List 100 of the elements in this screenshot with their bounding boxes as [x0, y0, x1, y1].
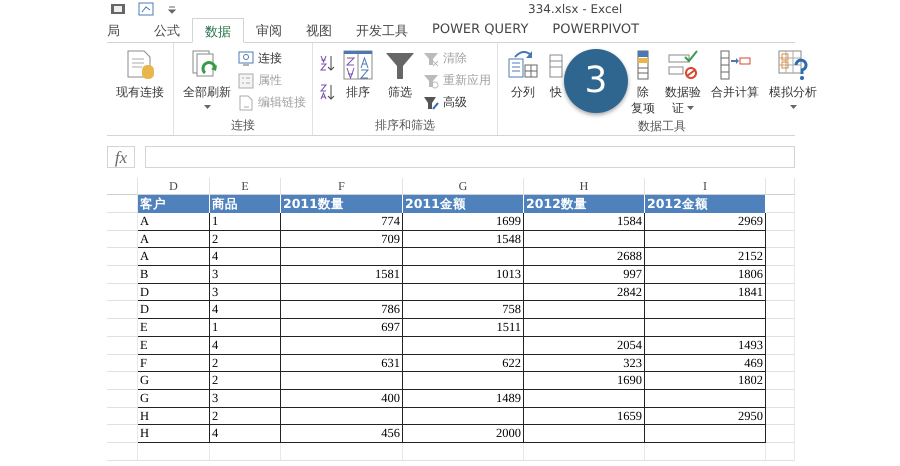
table-cell: 3: [210, 390, 281, 408]
table-cell: 456: [281, 425, 403, 443]
table-cell: 323: [524, 354, 645, 372]
table-cell: 774: [281, 213, 403, 231]
step-badge: 3: [564, 49, 628, 113]
table-cell: E: [138, 336, 210, 354]
table-cell: 709: [281, 230, 403, 248]
ribbon-tab[interactable]: POWER QUERY: [420, 18, 540, 42]
table-cell: 786: [281, 301, 403, 320]
table-cell: 1511: [403, 319, 524, 337]
header-cell: 2011数量: [281, 195, 403, 213]
table-cell: F: [138, 354, 210, 372]
document-link-icon: [238, 94, 254, 110]
grid-cell: [107, 266, 138, 284]
button-label: 模拟分析: [769, 84, 817, 100]
connection-icon: [238, 50, 254, 66]
table-cell: 997: [524, 266, 645, 284]
ribbon-tab[interactable]: 数据: [192, 18, 244, 43]
ribbon-button[interactable]: 连接: [238, 49, 306, 68]
ribbon-button[interactable]: 模拟分析: [766, 47, 820, 118]
ribbon-button[interactable]: 现有连接: [113, 47, 167, 117]
ribbon-tab[interactable]: 局: [107, 18, 142, 42]
table-cell: 1548: [403, 230, 524, 248]
table-cell: D: [138, 284, 210, 302]
table-cell: 697: [281, 319, 403, 337]
grid-cell: [766, 390, 795, 408]
ribbon-button[interactable]: 分列: [504, 47, 542, 118]
header-cell: 2011金额: [403, 195, 524, 213]
table-cell: 2950: [645, 408, 766, 426]
validation-icon: [667, 49, 699, 81]
table-cell: 2: [210, 372, 281, 390]
grid-cell: [107, 442, 138, 461]
ribbon-button[interactable]: 高级: [423, 93, 491, 112]
grid-cell: [766, 442, 795, 461]
table-cell: 1493: [645, 336, 766, 354]
filter-refresh-icon: [423, 72, 439, 88]
grid-cell: [766, 248, 795, 266]
table-cell: 1013: [403, 266, 524, 284]
table-cell: 1841: [645, 284, 766, 302]
table-cell: 4: [210, 248, 281, 266]
ribbon-tab[interactable]: POWERPIVOT: [540, 18, 652, 42]
table-cell: 1806: [645, 266, 766, 284]
grid-cell: [766, 336, 795, 354]
table-cell: 2688: [524, 248, 645, 266]
grid-cell: [210, 442, 281, 461]
table-cell: 1690: [524, 372, 645, 390]
header-cell: 2012金额: [645, 195, 766, 213]
ribbon-tab[interactable]: 视图: [294, 18, 344, 42]
formula-input[interactable]: [145, 146, 795, 168]
ribbon-tab[interactable]: 公式: [142, 18, 192, 42]
button-label: 排序: [346, 84, 370, 100]
header-cell: 商品: [210, 195, 281, 213]
button-label: 数据验: [665, 84, 701, 100]
table-cell: 1: [210, 319, 281, 337]
grid-cell: [766, 213, 795, 231]
button-label: 复项: [631, 100, 655, 116]
table-cell: B: [138, 266, 210, 284]
table-cell: 1699: [403, 213, 524, 231]
button-label: 筛选: [388, 84, 412, 100]
group-label: 数据工具: [638, 119, 686, 133]
table-cell: H: [138, 425, 210, 443]
table-cell: G: [138, 390, 210, 408]
ribbon-button[interactable]: 筛选: [381, 47, 419, 117]
button-label: 全部刷新: [183, 84, 231, 100]
grid-cell: [107, 336, 138, 354]
ribbon-button[interactable]: 快: [546, 47, 566, 118]
table-cell: 2: [210, 354, 281, 372]
table-cell: 400: [281, 390, 403, 408]
function-button[interactable]: fx: [107, 146, 135, 168]
table-cell: 2000: [403, 425, 524, 443]
button-label: 现有连接: [116, 84, 164, 100]
grid-cell: [107, 425, 138, 443]
what-if-icon: [777, 49, 809, 81]
ribbon-button[interactable]: 除 复项: [628, 47, 658, 118]
table-cell: 2: [210, 408, 281, 426]
sort-ascending-button[interactable]: [319, 53, 335, 72]
consolidate-icon: [719, 49, 751, 81]
ribbon-tab[interactable]: 审阅: [244, 18, 294, 42]
ribbon-button[interactable]: 全部刷新: [180, 47, 234, 117]
header-cell: 2012数量: [524, 195, 645, 213]
table-cell: 1581: [281, 266, 403, 284]
sort-za-icon: [319, 82, 335, 100]
ribbon-button[interactable]: 数据验 证: [662, 47, 704, 118]
grid-cell: [107, 390, 138, 408]
customize-icon: [168, 4, 176, 14]
ribbon-tab[interactable]: 开发工具: [344, 18, 420, 42]
sort-descending-button[interactable]: [319, 82, 335, 101]
filter-clear-icon: [423, 50, 439, 66]
grid-cell: [766, 230, 795, 248]
header-cell: 客户: [138, 195, 210, 213]
window-title: 334.xlsx - Excel: [528, 2, 622, 16]
table-cell: 1: [210, 213, 281, 231]
table-cell: 1802: [645, 372, 766, 390]
table-cell: 1659: [524, 408, 645, 426]
ribbon-button[interactable]: 排序: [339, 47, 377, 117]
table-cell: E: [138, 319, 210, 337]
button-label: 分列: [511, 84, 535, 100]
ribbon-button[interactable]: 合并计算: [708, 47, 762, 118]
sort-icon: [342, 49, 374, 81]
table-cell: 4: [210, 301, 281, 320]
